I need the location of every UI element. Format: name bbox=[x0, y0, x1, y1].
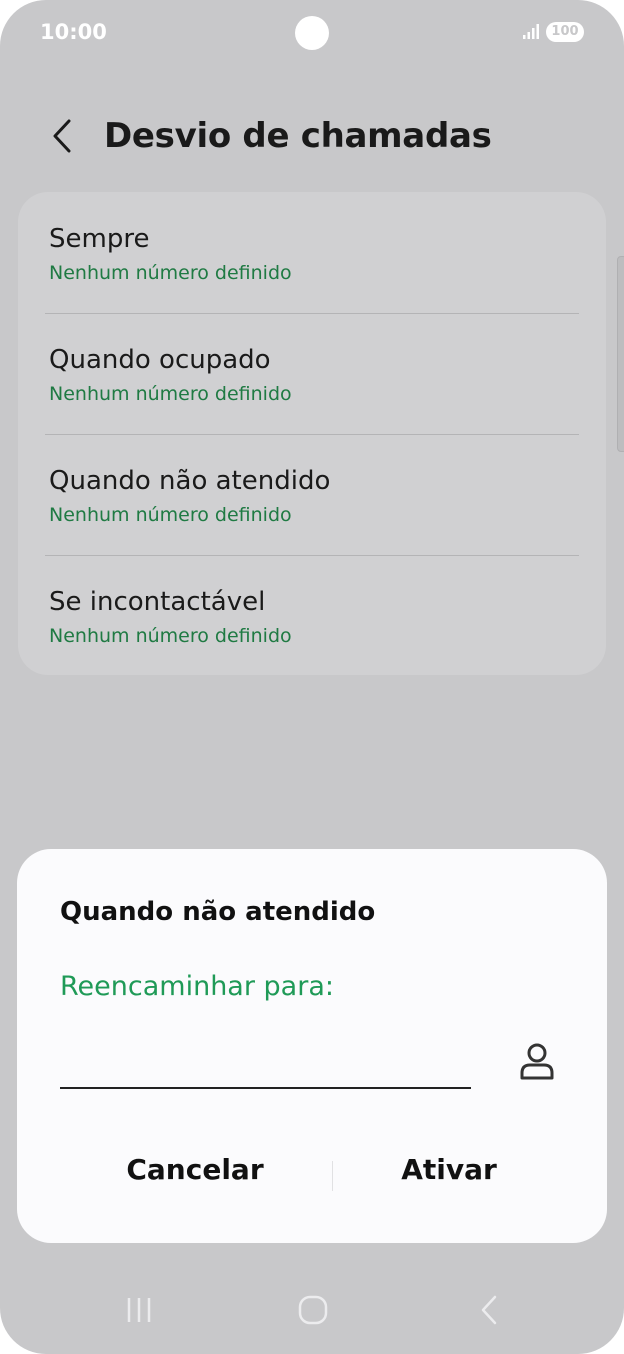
option-title: Quando ocupado bbox=[49, 345, 271, 375]
battery-icon: 100 bbox=[546, 22, 584, 42]
chevron-left-icon bbox=[53, 119, 71, 153]
option-when-unanswered[interactable]: Quando não atendido Nenhum número defini… bbox=[18, 434, 606, 554]
front-camera bbox=[295, 16, 329, 50]
status-time: 10:00 bbox=[40, 20, 107, 44]
option-subtitle: Nenhum número definido bbox=[49, 625, 292, 647]
cancel-button[interactable]: Cancelar bbox=[79, 1153, 311, 1186]
system-back-button[interactable] bbox=[459, 1280, 519, 1340]
option-when-unreachable[interactable]: Se incontactável Nenhum número definido bbox=[18, 555, 606, 675]
option-title: Sempre bbox=[49, 224, 150, 254]
signal-icon bbox=[523, 24, 539, 39]
page-title: Desvio de chamadas bbox=[104, 116, 492, 156]
home-icon bbox=[298, 1295, 328, 1325]
recent-apps-icon bbox=[127, 1298, 151, 1322]
back-icon bbox=[481, 1295, 497, 1325]
back-button[interactable] bbox=[40, 114, 84, 158]
phone-screen: 10:00 100 Desvio de chamadas Sempre Nenh… bbox=[0, 0, 624, 1354]
forward-to-label: Reencaminhar para: bbox=[60, 971, 334, 1002]
forwarding-options-list: Sempre Nenhum número definido Quando ocu… bbox=[18, 192, 606, 675]
option-title: Se incontactável bbox=[49, 587, 266, 617]
scrollbar[interactable] bbox=[617, 256, 624, 452]
dialog-title: Quando não atendido bbox=[60, 897, 376, 927]
home-button[interactable] bbox=[283, 1280, 343, 1340]
option-title: Quando não atendido bbox=[49, 466, 331, 496]
option-subtitle: Nenhum número definido bbox=[49, 383, 292, 405]
contacts-button[interactable] bbox=[515, 1039, 559, 1083]
option-when-busy[interactable]: Quando ocupado Nenhum número definido bbox=[18, 313, 606, 433]
forward-number-input[interactable] bbox=[60, 1029, 471, 1089]
app-header: Desvio de chamadas bbox=[0, 100, 624, 172]
navigation-bar bbox=[0, 1270, 624, 1354]
option-always[interactable]: Sempre Nenhum número definido bbox=[18, 192, 606, 312]
person-icon bbox=[520, 1043, 554, 1080]
option-subtitle: Nenhum número definido bbox=[49, 262, 292, 284]
activate-button[interactable]: Ativar bbox=[335, 1153, 563, 1186]
button-separator bbox=[332, 1161, 333, 1191]
status-bar: 10:00 100 bbox=[0, 0, 624, 64]
option-subtitle: Nenhum número definido bbox=[49, 504, 292, 526]
recent-apps-button[interactable] bbox=[109, 1280, 169, 1340]
forward-number-dialog: Quando não atendido Reencaminhar para: C… bbox=[17, 849, 607, 1243]
